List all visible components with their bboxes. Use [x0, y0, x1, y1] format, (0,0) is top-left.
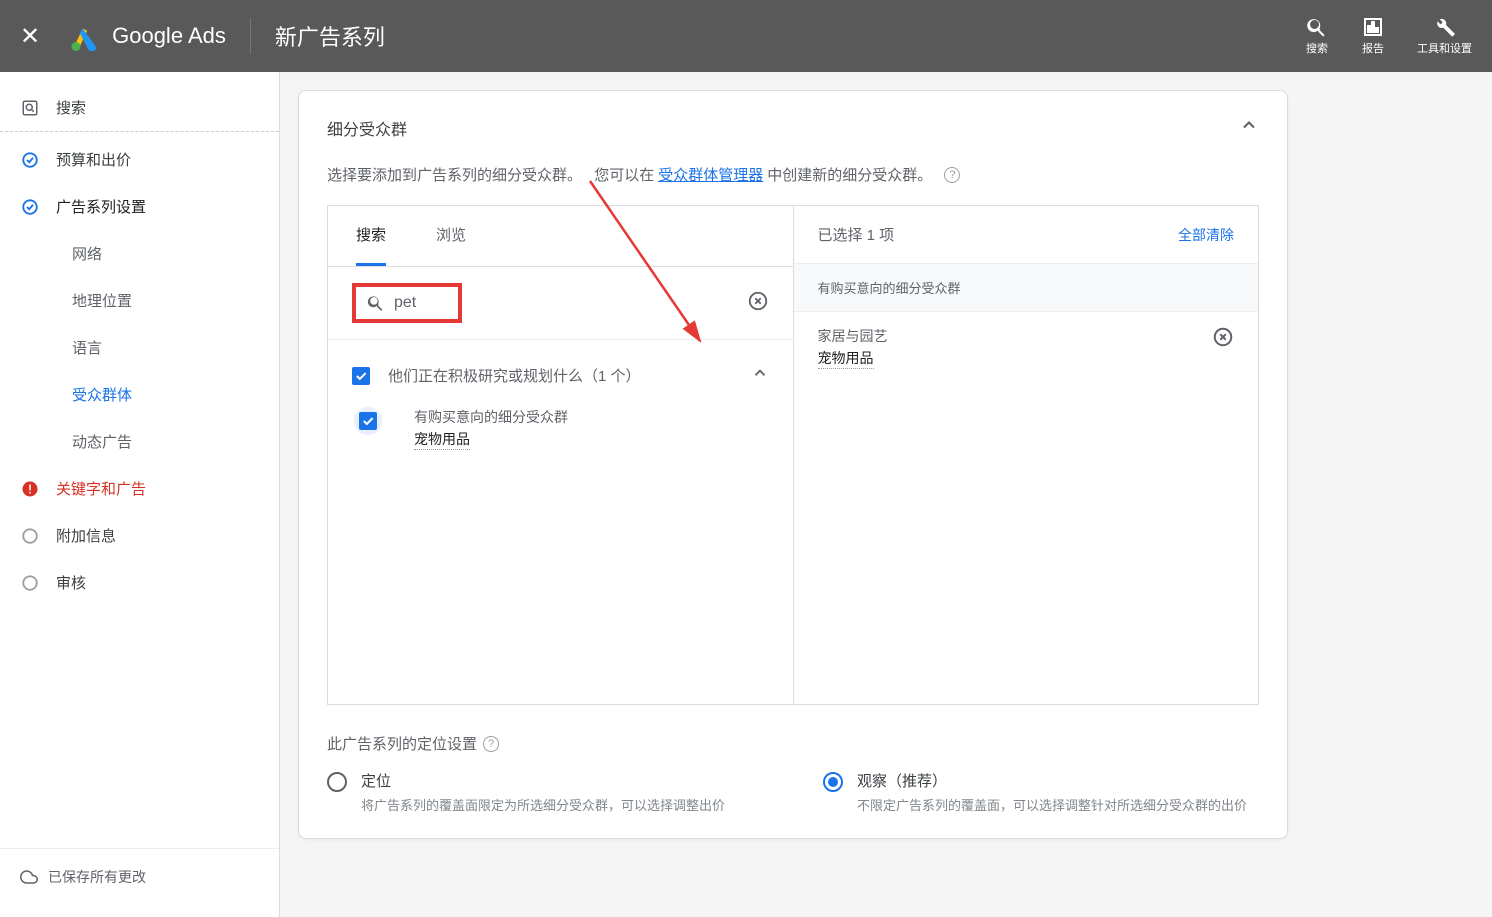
audience-search-input[interactable] [394, 294, 444, 312]
search-icon [366, 293, 386, 313]
radio-selected[interactable] [823, 772, 843, 792]
help-icon[interactable]: ? [944, 167, 960, 183]
sidebar-budget[interactable]: 预算和出价 [0, 136, 279, 183]
radio-label: 观察（推荐） [857, 770, 1247, 791]
brand-name: Google Ads [112, 23, 226, 49]
magnifier-box-icon [20, 98, 40, 118]
report-icon [1361, 15, 1385, 39]
sidebar: 搜索 预算和出价 广告系列设置 网络 地理位置 语言 受众群体 动态广告 关键字… [0, 72, 280, 917]
radio-label: 定位 [361, 770, 725, 791]
radio-description: 不限定广告系列的覆盖面，可以选择调整针对所选细分受众群的出价 [857, 795, 1247, 814]
page-title: 新广告系列 [275, 20, 385, 52]
selected-category: 家居与园艺 [818, 326, 1201, 346]
clear-all-button[interactable]: 全部清除 [1178, 225, 1234, 245]
sidebar-sub-location[interactable]: 地理位置 [0, 277, 279, 324]
card-description: 选择要添加到广告系列的细分受众群。 您可以在受众群体管理器中创建新的细分受众群。… [327, 164, 1259, 185]
sidebar-extensions[interactable]: 附加信息 [0, 512, 279, 559]
sidebar-footer-label: 已保存所有更改 [48, 867, 146, 887]
radio-description: 将广告系列的覆盖面限定为所选细分受众群，可以选择调整出价 [361, 795, 725, 814]
header-divider [250, 18, 251, 54]
sidebar-review[interactable]: 审核 [0, 559, 279, 606]
sidebar-label: 预算和出价 [56, 149, 131, 170]
check-circle-icon [20, 197, 40, 217]
group-checkbox[interactable] [352, 367, 370, 385]
picker-tabs: 搜索 浏览 [328, 206, 793, 267]
error-icon [20, 479, 40, 499]
sidebar-label: 审核 [56, 572, 86, 593]
sidebar-label: 广告系列设置 [56, 196, 146, 217]
sidebar-sub-dynamic[interactable]: 动态广告 [0, 418, 279, 465]
selected-count: 已选择 1 项 [818, 224, 895, 245]
cloud-icon [20, 868, 38, 886]
group-label: 他们正在积极研究或规划什么（1 个） [388, 365, 751, 386]
targeting-options: 定位 将广告系列的覆盖面限定为所选细分受众群，可以选择调整出价 观察（推荐） 不… [327, 770, 1259, 814]
sidebar-label: 关键字和广告 [56, 478, 146, 499]
result-item[interactable]: 有购买意向的细分受众群 宠物用品 [352, 395, 769, 462]
selected-name: 宠物用品 [818, 348, 874, 369]
google-ads-logo [70, 21, 100, 51]
collapse-button[interactable] [1239, 115, 1259, 140]
radio-unselected[interactable] [327, 772, 347, 792]
sidebar-sub-network[interactable]: 网络 [0, 230, 279, 277]
search-panel: 搜索 浏览 他们正在积极研究或规划什么（1 个） [328, 206, 794, 704]
clear-search-button[interactable] [747, 290, 769, 317]
header-settings-button[interactable]: 工具和设置 [1417, 15, 1472, 56]
targeting-title: 此广告系列的定位设置 ? [327, 733, 1259, 754]
sidebar-keywords[interactable]: 关键字和广告 [0, 465, 279, 512]
search-row [328, 267, 793, 340]
sidebar-campaign-settings[interactable]: 广告系列设置 [0, 183, 279, 230]
tab-browse[interactable]: 浏览 [436, 206, 466, 266]
help-icon[interactable]: ? [483, 736, 499, 752]
circle-icon [20, 573, 40, 593]
selected-panel: 已选择 1 项 全部清除 有购买意向的细分受众群 家居与园艺 宠物用品 [794, 206, 1259, 704]
sidebar-sub-audience[interactable]: 受众群体 [0, 371, 279, 418]
result-group-header[interactable]: 他们正在积极研究或规划什么（1 个） [352, 356, 769, 395]
results-list: 他们正在积极研究或规划什么（1 个） 有购买意向的细分受众群 宠物用品 [328, 340, 793, 478]
main-content: 细分受众群 选择要添加到广告系列的细分受众群。 您可以在受众群体管理器中创建新的… [280, 72, 1492, 917]
search-box-highlight [352, 283, 462, 323]
targeting-option-observe[interactable]: 观察（推荐） 不限定广告系列的覆盖面，可以选择调整针对所选细分受众群的出价 [823, 770, 1259, 814]
sidebar-sub-language[interactable]: 语言 [0, 324, 279, 371]
search-icon [1305, 15, 1329, 39]
item-category: 有购买意向的细分受众群 [414, 407, 568, 427]
sidebar-label: 搜索 [56, 97, 86, 118]
card-title: 细分受众群 [327, 116, 407, 140]
item-checkbox[interactable] [354, 407, 382, 435]
chevron-up-icon[interactable] [751, 364, 769, 387]
wrench-icon [1433, 15, 1457, 39]
selected-section-label: 有购买意向的细分受众群 [794, 264, 1259, 312]
circle-icon [20, 526, 40, 546]
sidebar-search[interactable]: 搜索 [0, 84, 279, 132]
header-reports-button[interactable]: 报告 [1361, 15, 1385, 56]
selected-item: 家居与园艺 宠物用品 [794, 312, 1259, 383]
sidebar-footer: 已保存所有更改 [0, 848, 279, 905]
targeting-option-target[interactable]: 定位 将广告系列的覆盖面限定为所选细分受众群，可以选择调整出价 [327, 770, 763, 814]
close-icon[interactable]: ✕ [20, 22, 40, 51]
audience-picker: 搜索 浏览 他们正在积极研究或规划什么（1 个） [327, 205, 1259, 705]
check-circle-icon [20, 150, 40, 170]
sidebar-label: 附加信息 [56, 525, 116, 546]
audience-card: 细分受众群 选择要添加到广告系列的细分受众群。 您可以在受众群体管理器中创建新的… [298, 90, 1288, 839]
remove-item-button[interactable] [1212, 326, 1234, 353]
audience-manager-link[interactable]: 受众群体管理器 [658, 164, 763, 185]
header-tools: 搜索 报告 工具和设置 [1305, 15, 1472, 56]
tab-search[interactable]: 搜索 [356, 206, 386, 266]
header-search-button[interactable]: 搜索 [1305, 15, 1329, 56]
app-header: ✕ Google Ads 新广告系列 搜索 报告 工具和设置 [0, 0, 1492, 72]
item-name: 宠物用品 [414, 429, 470, 450]
